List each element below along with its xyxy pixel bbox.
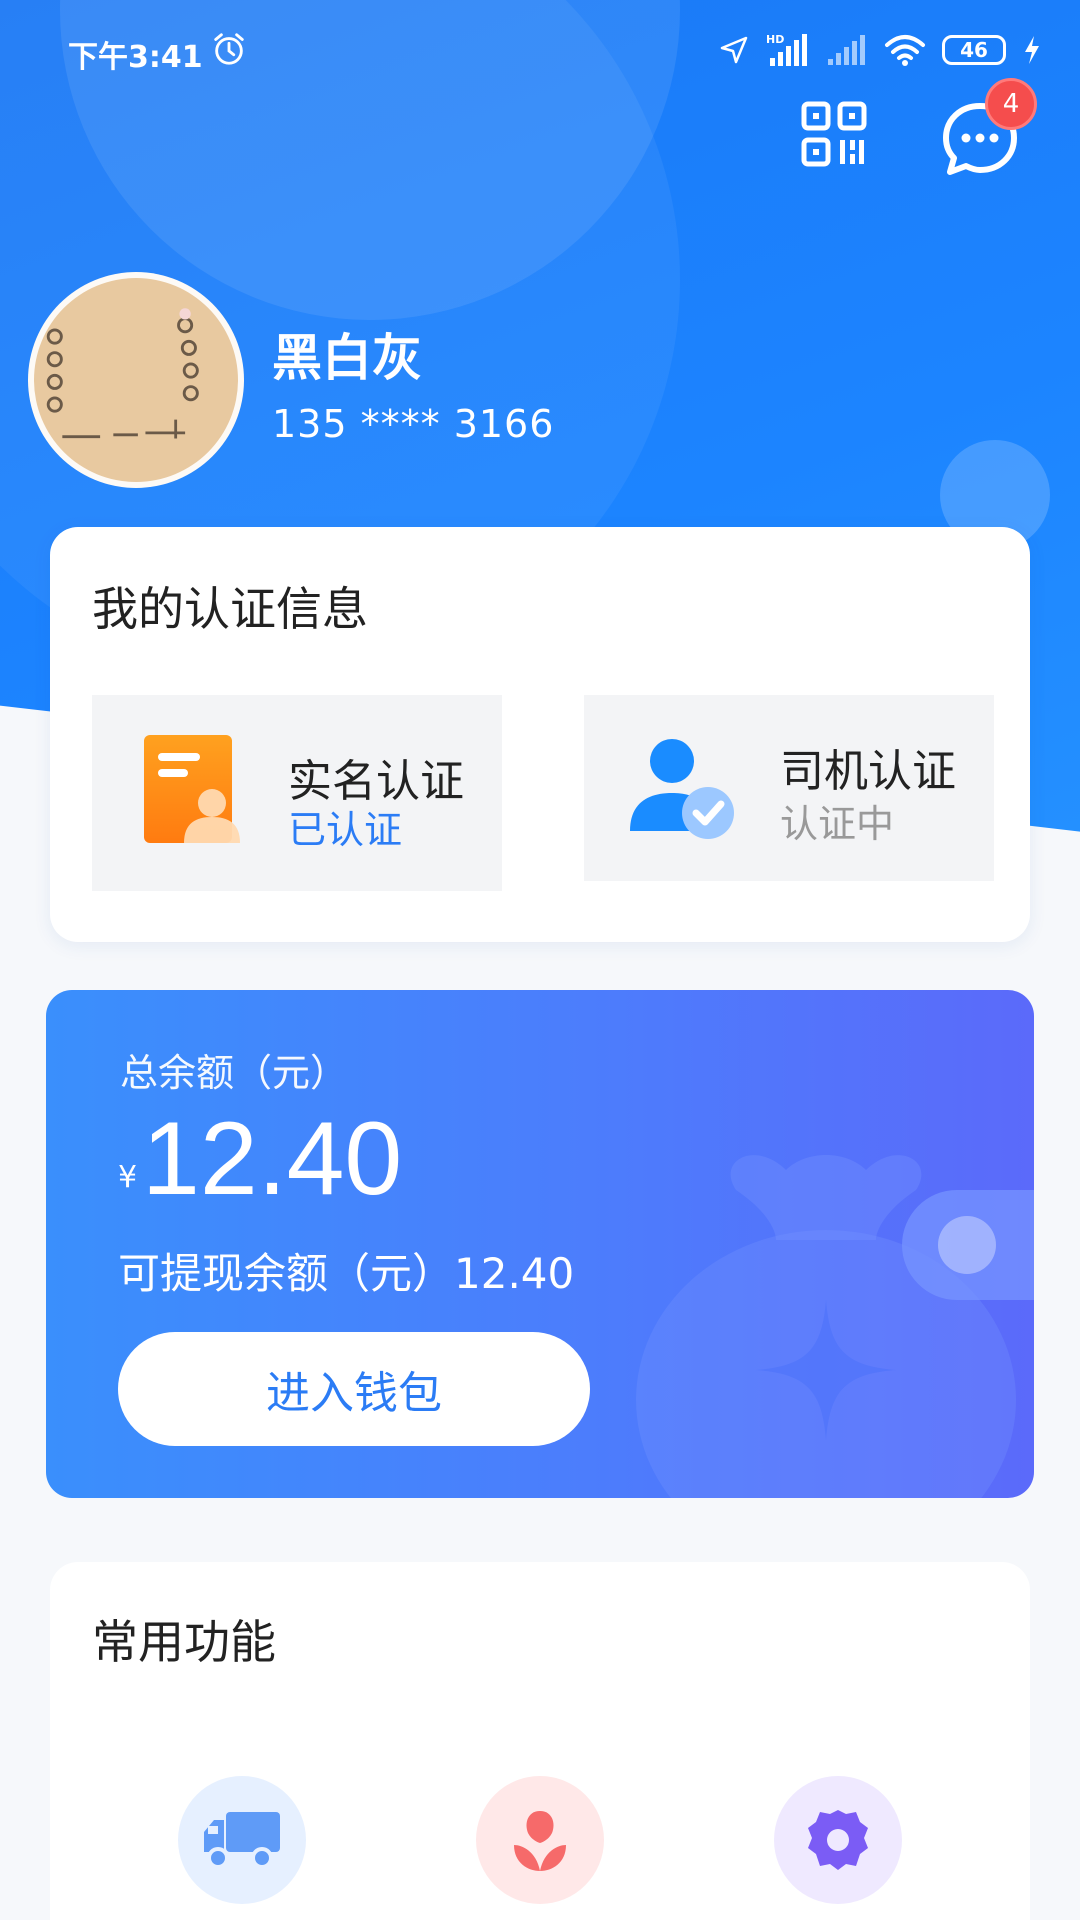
function-item-truck[interactable] (178, 1776, 306, 1904)
wifi-icon (885, 35, 925, 66)
total-balance-label: 总余额（元） (120, 1051, 349, 1095)
real-name-auth-item[interactable]: 实名认证 已认证 (92, 695, 502, 891)
user-phone: 135 **** 3166 (272, 402, 555, 446)
function-item-settings[interactable] (774, 1776, 902, 1904)
currency-symbol: ¥ (118, 1160, 138, 1195)
svg-text:HD: HD (766, 33, 784, 46)
id-card-icon (144, 735, 240, 843)
signal-hd-icon: HD (766, 33, 807, 66)
wallet-tab-decoration (902, 1190, 1034, 1300)
function-item-flower[interactable] (476, 1776, 604, 1904)
location-icon (720, 36, 748, 64)
real-name-auth-status: 已认证 (288, 808, 403, 852)
withdrawable-balance: 可提现余额（元）12.40 (118, 1249, 575, 1298)
charging-icon (1025, 36, 1039, 64)
settings-gear-icon (808, 1810, 868, 1870)
functions-title: 常用功能 (92, 1615, 276, 1669)
auth-card-title: 我的认证信息 (92, 582, 368, 636)
user-name: 黑白灰 (272, 329, 422, 387)
avatar[interactable] (28, 272, 244, 488)
auth-info-card: 我的认证信息 实名认证 已认证 司机认证 认证中 (50, 527, 1030, 942)
message-badge: 4 (985, 78, 1037, 130)
signal-icon (828, 35, 865, 65)
driver-auth-item[interactable]: 司机认证 认证中 (584, 695, 994, 881)
flower-icon (514, 1811, 566, 1871)
driver-verify-icon (630, 739, 734, 839)
total-balance-amount: 12.40 (142, 1101, 403, 1217)
driver-auth-label: 司机认证 (780, 746, 956, 797)
qr-code-icon[interactable] (800, 100, 868, 168)
driver-auth-status: 认证中 (780, 802, 895, 846)
enter-wallet-button[interactable]: 进入钱包 (118, 1332, 590, 1446)
battery-level: 46 (960, 38, 988, 62)
alarm-icon (214, 33, 244, 65)
battery-icon: 46 (942, 35, 1006, 65)
status-bar: 下午3:41 HD 46 (0, 0, 1080, 100)
wallet-card: 总余额（元） ¥ 12.40 可提现余额（元）12.40 进入钱包 (46, 990, 1034, 1498)
truck-icon (204, 1812, 280, 1869)
common-functions-card: 常用功能 (50, 1562, 1030, 1920)
status-time: 下午3:41 (68, 40, 203, 75)
